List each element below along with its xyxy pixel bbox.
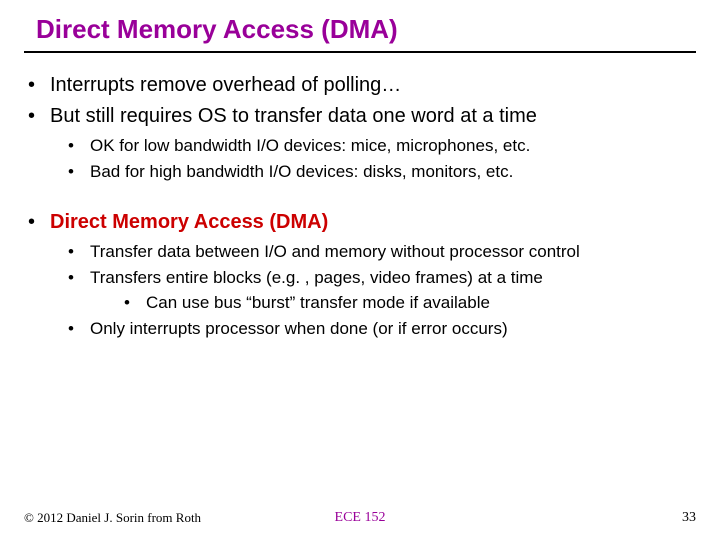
sub-bullet-list: Transfer data between I/O and memory wit… <box>50 239 696 341</box>
footer-copyright: © 2012 Daniel J. Sorin from Roth <box>24 510 201 526</box>
sub-bullet-item: Transfers entire blocks (e.g. , pages, v… <box>62 265 696 316</box>
bullet-text-emphasis: Direct Memory Access (DMA) <box>50 211 328 233</box>
footer: © 2012 Daniel J. Sorin from Roth ECE 152… <box>0 510 720 526</box>
bullet-item: Direct Memory Access (DMA) Transfer data… <box>24 208 696 341</box>
sub-sub-bullet-item: Can use bus “burst” transfer mode if ava… <box>118 290 696 316</box>
bullet-text: OK for low bandwidth I/O devices: mice, … <box>90 136 530 155</box>
footer-page-number: 33 <box>682 510 696 526</box>
bullet-item: Interrupts remove overhead of polling… <box>24 71 696 100</box>
bullet-list: Interrupts remove overhead of polling… B… <box>24 71 696 184</box>
bullet-text: Interrupts remove overhead of polling… <box>50 74 401 96</box>
bullet-text: Can use bus “burst” transfer mode if ava… <box>146 293 490 312</box>
bullet-text: Bad for high bandwidth I/O devices: disk… <box>90 162 513 181</box>
bullet-text: Only interrupts processor when done (or … <box>90 319 508 338</box>
sub-bullet-list: OK for low bandwidth I/O devices: mice, … <box>50 133 696 184</box>
bullet-text: But still requires OS to transfer data o… <box>50 105 537 127</box>
sub-bullet-item: OK for low bandwidth I/O devices: mice, … <box>62 133 696 159</box>
sub-bullet-item: Only interrupts processor when done (or … <box>62 316 696 342</box>
slide: Direct Memory Access (DMA) Interrupts re… <box>0 0 720 540</box>
bullet-text: Transfers entire blocks (e.g. , pages, v… <box>90 268 543 287</box>
slide-title: Direct Memory Access (DMA) <box>24 14 696 53</box>
sub-sub-bullet-list: Can use bus “burst” transfer mode if ava… <box>90 290 696 316</box>
sub-bullet-item: Transfer data between I/O and memory wit… <box>62 239 696 265</box>
sub-bullet-item: Bad for high bandwidth I/O devices: disk… <box>62 159 696 185</box>
bullet-item: But still requires OS to transfer data o… <box>24 102 696 184</box>
bullet-list: Direct Memory Access (DMA) Transfer data… <box>24 208 696 341</box>
footer-course: ECE 152 <box>335 510 386 526</box>
spacer <box>24 190 696 208</box>
bullet-text: Transfer data between I/O and memory wit… <box>90 242 580 261</box>
